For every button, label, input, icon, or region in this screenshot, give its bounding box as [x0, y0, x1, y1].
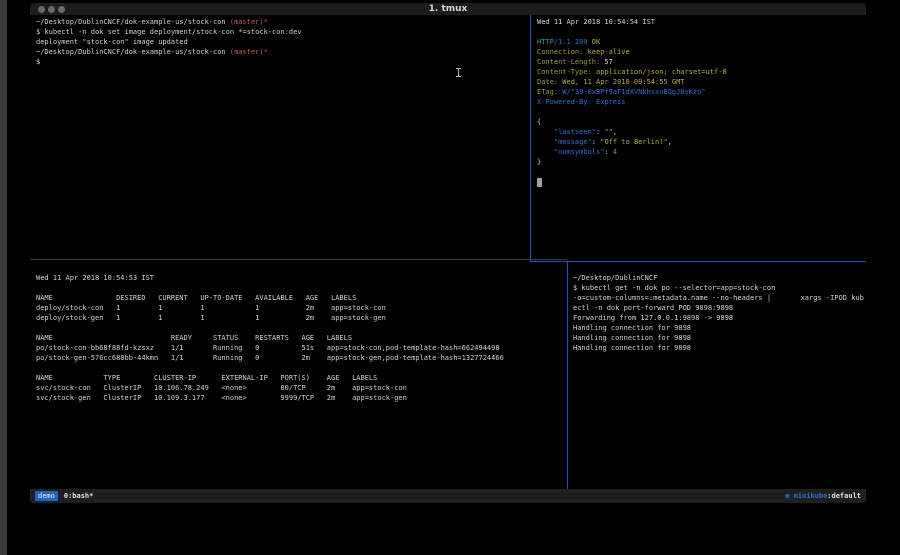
pane-top-left-shell[interactable]: ~/Desktop/DublinCNCF/dok-example-us/stoc…: [36, 17, 302, 67]
kubernetes-helm-icon: ⊛: [785, 492, 793, 500]
pane-border-horizontal-right: [530, 261, 866, 262]
window-tab-bash[interactable]: 0:bash*: [64, 492, 94, 500]
pane-border-vertical-top: [530, 15, 531, 261]
ibeam-pointer-icon: [456, 68, 461, 77]
screen: 1. tmux ~/Desktop/DublinCNCF/dok-example…: [0, 0, 900, 555]
kube-context-namespace: :default: [827, 492, 861, 500]
screen-edge-strip: [0, 0, 7, 555]
pane-bottom-right-port-forward[interactable]: ~/Desktop/DublinCNCF$ kubectl get -n dok…: [573, 273, 864, 353]
window-title: 1. tmux: [30, 4, 866, 14]
kube-context-name: minikube: [794, 492, 828, 500]
window-titlebar[interactable]: 1. tmux: [30, 3, 866, 15]
pane-bottom-left-kubectl-get[interactable]: Wed 11 Apr 2018 10:54:53 ISTNAME DESIRED…: [36, 273, 504, 403]
pane-top-right-http-response[interactable]: Wed 11 Apr 2018 10:54:54 ISTHTTP/1.1 200…: [537, 17, 727, 187]
session-badge: demo: [35, 491, 58, 501]
tmux-terminal: ~/Desktop/DublinCNCF/dok-example-us/stoc…: [30, 15, 866, 489]
pane-border-horizontal-left: [30, 259, 567, 260]
kube-context: ⊛ minikube:default: [785, 492, 861, 500]
tmux-status-bar: demo 0:bash* ⊛ minikube:default: [30, 489, 866, 503]
pane-border-vertical-bottom: [567, 262, 568, 489]
terminal-window: 1. tmux ~/Desktop/DublinCNCF/dok-example…: [30, 3, 866, 503]
